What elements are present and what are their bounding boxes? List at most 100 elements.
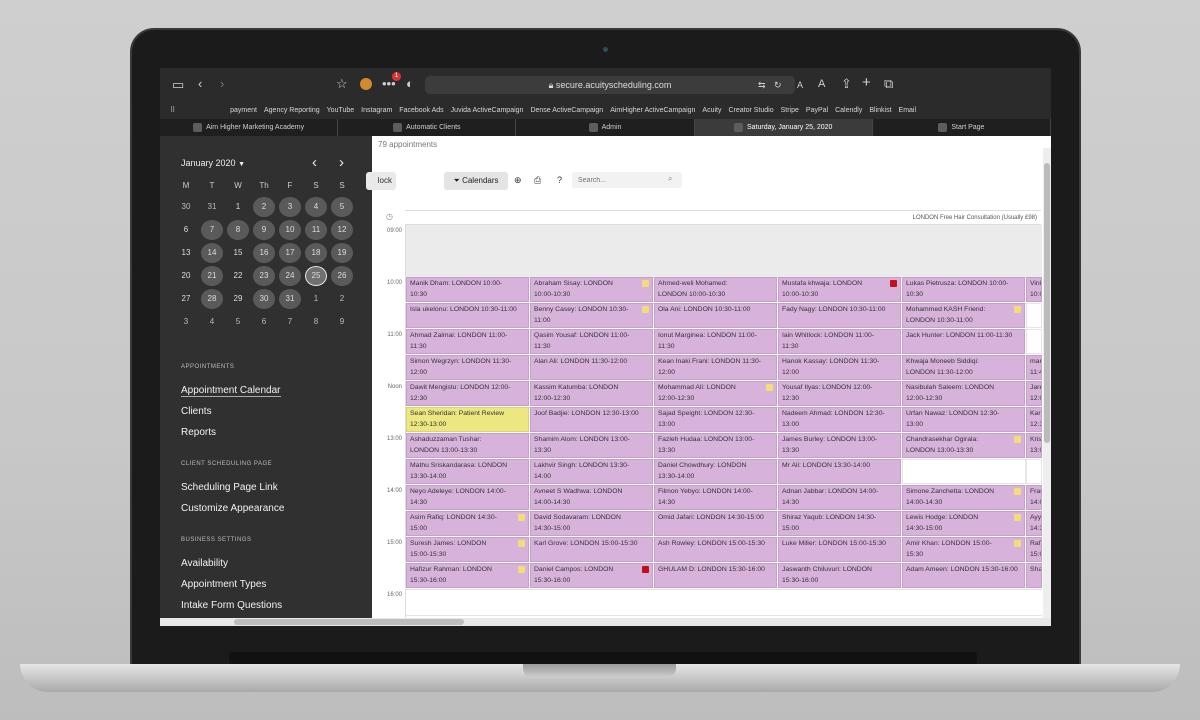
appointment-block[interactable]: Benny Casey: LONDON 10:30- 11:00 [530,303,653,328]
calendar-day[interactable]: 8 [305,312,327,332]
sidebar-toggle-icon[interactable]: ▭ [172,78,184,92]
appointment-block[interactable]: Ayy 14:3 [1026,511,1042,536]
appointment-block[interactable]: Ashaduzzaman Tushar: LONDON 13:00-13:30 [406,433,529,458]
appointment-block[interactable]: Asim Rafiq: LONDON 14:30- 15:00 [406,511,529,536]
tab-4[interactable]: Start Page [873,119,1051,136]
calendar-day[interactable]: 25 [305,266,327,286]
nav-appointment-calendar[interactable]: Appointment Calendar [181,385,281,397]
bookmark-star-icon[interactable]: ☆ [336,77,348,91]
appointment-block[interactable]: Yousaf Ilyas: LONDON 12:00- 12:30 [778,381,901,406]
new-tab-icon[interactable]: + [862,75,871,90]
appointment-block[interactable]: Daniel Chowdhury: LONDON 13:30-14:00 [654,459,777,484]
bookmark-item[interactable]: Acuity [702,107,721,114]
bookmark-item[interactable]: Agency Reporting [264,107,320,114]
bookmark-item[interactable]: PayPal [806,107,828,114]
calendar-day[interactable]: 5 [331,197,353,217]
calendar-day[interactable]: 9 [253,220,275,240]
appointment-block[interactable]: Adam Ameen: LONDON 15:30-16:00 [902,563,1025,588]
appointment-block[interactable]: Kassim Katumba: LONDON 12:00-12:30 [530,381,653,406]
appointment-block[interactable]: Sean Sheridan: Patient Review 12:30-13:00 [406,407,529,432]
appointment-block[interactable]: Avneet S Wadhwa: LONDON 14:00-14:30 [530,485,653,510]
calendar-day[interactable]: 19 [331,243,353,263]
appointment-block[interactable] [1026,329,1042,354]
bookmark-item[interactable]: AimHigher ActiveCampaign [610,107,695,114]
appointment-block[interactable]: Mathu Sriskandarasa: LONDON 13:30-14:00 [406,459,529,484]
appointment-block[interactable]: Hafizur Rahman: LONDON 15:30-16:00 [406,563,529,588]
bookmark-item[interactable]: Creator Studio [728,107,773,114]
calendars-filter-button[interactable]: ⏷ Calendars [444,172,508,190]
calendar-day[interactable]: 6 [175,220,197,240]
appointment-block[interactable]: Shiraz Yaqub: LONDON 14:30- 15:00 [778,511,901,536]
translate-icon[interactable]: ⇆ [758,78,766,92]
calendar-day[interactable]: 7 [279,312,301,332]
nav-customize-appearance[interactable]: Customize Appearance [181,503,284,514]
next-month-icon[interactable]: › [339,154,344,171]
appointment-block[interactable]: Ola Ani: LONDON 10:30-11:00 [654,303,777,328]
calendar-day[interactable]: 30 [175,197,197,217]
appointment-block[interactable]: Ahmed-weli Mohamed: LONDON 10:00-10:30 [654,277,777,302]
calendar-day[interactable]: 21 [201,266,223,286]
appointment-block[interactable]: Ionut Marginea: LONDON 11:00- 11:30 [654,329,777,354]
bookmark-item[interactable]: Blinkist [869,107,891,114]
appointment-block[interactable]: Mustafa khwaja: LONDON 10:00-10:30 [778,277,901,302]
bookmark-item[interactable]: payment [230,107,257,114]
appointment-block[interactable]: Mohammed KASH Friend: LONDON 10:30-11:00 [902,303,1025,328]
nav-intake-form-questions[interactable]: Intake Form Questions [181,600,282,611]
tab-0[interactable]: Aim Higher Marketing Academy [160,119,339,136]
tab-overview-icon[interactable]: ⧉ [884,77,893,91]
appointment-block[interactable]: Luke Miller: LONDON 15:00-15:30 [778,537,901,562]
calendar-day[interactable]: 3 [175,312,197,332]
calendar-day[interactable]: 10 [279,220,301,240]
appointment-block[interactable]: Adnan Jabbar: LONDON 14:00- 14:30 [778,485,901,510]
vertical-scroll-thumb[interactable] [1044,163,1050,443]
prev-month-icon[interactable]: ‹ [312,154,317,171]
appointment-block[interactable] [902,459,1026,484]
print-icon[interactable]: ⎙ [534,175,541,186]
help-icon[interactable]: ? [557,175,562,185]
calendar-day[interactable]: 26 [331,266,353,286]
appointment-block[interactable]: Sha [1026,563,1042,588]
appointment-block[interactable]: Joof Badjie: LONDON 12:30-13:00 [530,407,653,432]
share-icon[interactable]: ⇪ [841,77,852,91]
appointment-block[interactable]: James Burley: LONDON 13:00- 13:30 [778,433,901,458]
calendar-day[interactable]: 23 [253,266,275,286]
appointment-block[interactable]: Amir Khan: LONDON 15:00- 15:30 [902,537,1025,562]
calendar-day[interactable]: 5 [227,312,249,332]
appointment-block[interactable]: GHULAM D: LONDON 15:30-16:00 [654,563,777,588]
calendar-day[interactable]: 31 [201,197,223,217]
appointment-block[interactable]: Jaswanth Chiluvuri: LONDON 15:30-16:00 [778,563,901,588]
appointment-block[interactable]: Nasibulah Saleem: LONDON 12:00-12:30 [902,381,1025,406]
calendar-day[interactable]: 1 [305,289,327,309]
appointment-block[interactable]: Abraham Sisay: LONDON 10:00-10:30 [530,277,653,302]
shield-icon[interactable]: ◐ [406,77,414,91]
block-off-time-button[interactable]: lock [366,172,396,190]
appointment-block[interactable]: Urfan Nawaz: LONDON 12:30- 13:00 [902,407,1025,432]
extension-icon[interactable] [360,78,372,90]
appointment-block[interactable]: Fazleh Hudaa: LONDON 13:00- 13:30 [654,433,777,458]
calendar-day[interactable]: 30 [253,289,275,309]
appointment-block[interactable]: Manik Dham: LONDON 10:00- 10:30 [406,277,529,302]
calendar-day[interactable]: 1 [227,197,249,217]
search-input[interactable] [572,172,682,188]
calendar-day[interactable]: 28 [201,289,223,309]
appointment-block[interactable]: Ash Rowley: LONDON 15:00-15:30 [654,537,777,562]
nav-clients[interactable]: Clients [181,406,212,417]
appointment-block[interactable]: Chandrasekhar Ogirala: LONDON 13:00-13:30 [902,433,1025,458]
calendar-day[interactable]: 8 [227,220,249,240]
appointment-block[interactable]: Daniel Campos: LONDON 15:30-16:00 [530,563,653,588]
appointment-block[interactable]: Karl 12:3 [1026,407,1042,432]
calendar-day[interactable]: 2 [331,289,353,309]
calendar-day[interactable]: 27 [175,289,197,309]
forward-icon[interactable]: › [220,77,224,91]
appointment-block[interactable]: Hanok Kassay: LONDON 11:30- 12:00 [778,355,901,380]
appointment-block[interactable]: Mr Ali: LONDON 13:30-14:00 [778,459,901,484]
calendar-day[interactable]: 14 [201,243,223,263]
calendar-day[interactable]: 31 [279,289,301,309]
nav-reports[interactable]: Reports [181,427,216,438]
calendar-day[interactable]: 4 [305,197,327,217]
appointment-block[interactable]: Ahmad Zalmai: LONDON 11:00- 11:30 [406,329,529,354]
appointment-block[interactable]: Karl Grove: LONDON 15:00-15:30 [530,537,653,562]
appointment-block[interactable]: Fran 14:0 [1026,485,1042,510]
appointment-block[interactable]: Qasim Yousaf: LONDON 11:00- 11:30 [530,329,653,354]
bookmark-item[interactable]: Email [899,107,917,114]
